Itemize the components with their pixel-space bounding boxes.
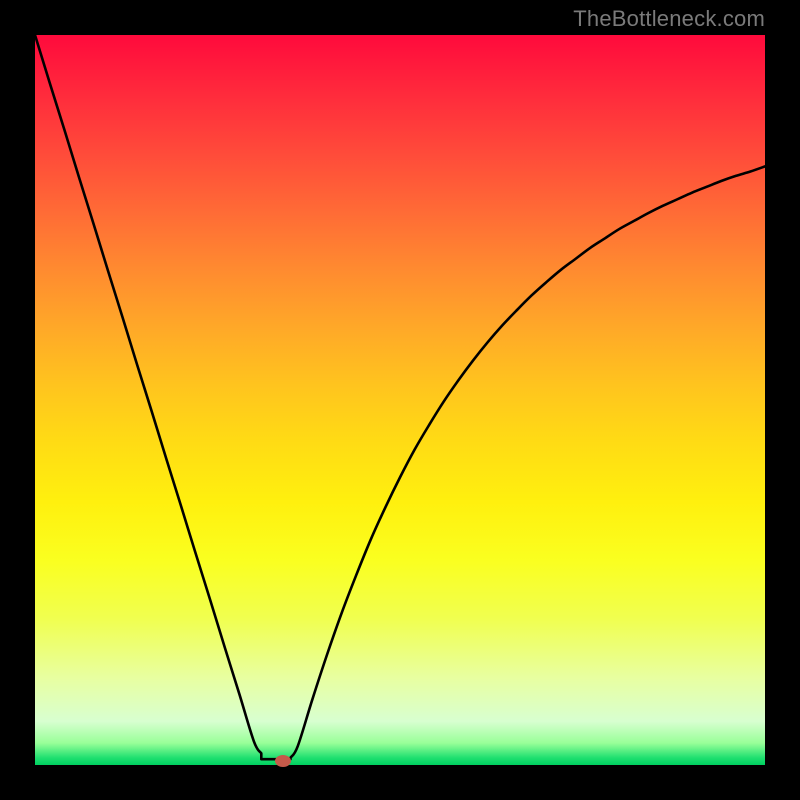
chart-container: TheBottleneck.com	[0, 0, 800, 800]
bottleneck-curve	[35, 35, 765, 765]
attribution-text: TheBottleneck.com	[573, 6, 765, 32]
plot-area	[35, 35, 765, 765]
optimal-point-marker	[275, 755, 291, 767]
